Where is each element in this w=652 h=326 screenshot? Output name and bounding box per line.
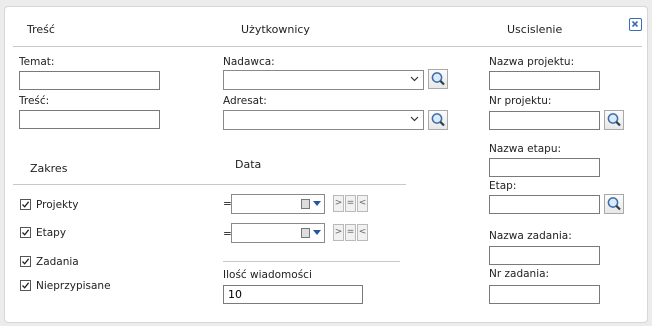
checkbox-etapy[interactable] xyxy=(20,227,31,238)
cmp-eq-button-1[interactable]: = xyxy=(345,195,356,212)
date-to-input[interactable] xyxy=(231,223,325,243)
nazwa-projektu-input[interactable] xyxy=(489,71,600,90)
nadawca-search-button[interactable] xyxy=(428,69,448,89)
nazwa-zadania-label: Nazwa zadania: xyxy=(489,230,572,242)
checkbox-label-zadania: Zadania xyxy=(36,256,79,268)
adresat-label: Adresat: xyxy=(223,95,267,107)
filter-panel: Treść Użytkownicy Uscislenie Temat: Treś… xyxy=(4,6,648,323)
search-icon xyxy=(431,113,445,127)
checkmark-icon xyxy=(22,258,30,265)
nr-projektu-input[interactable] xyxy=(489,111,600,130)
tresc-label: Treść: xyxy=(19,95,50,107)
temat-input[interactable] xyxy=(19,71,160,90)
data-divider xyxy=(223,261,400,262)
data-title: Data xyxy=(235,158,262,171)
adresat-search-button[interactable] xyxy=(428,110,448,130)
nazwa-projektu-label: Nazwa projektu: xyxy=(489,56,575,68)
nr-projektu-label: Nr projektu: xyxy=(489,95,552,107)
nazwa-etapu-input[interactable] xyxy=(489,158,600,177)
nadawca-label: Nadawca: xyxy=(223,56,275,68)
zakres-title: Zakres xyxy=(30,162,68,175)
cmp-gt-button-1[interactable]: > xyxy=(333,195,344,212)
checkbox-label-etapy: Etapy xyxy=(36,227,67,239)
search-icon xyxy=(607,197,621,211)
tresc-input[interactable] xyxy=(19,110,160,129)
etap-label: Etap: xyxy=(489,180,517,192)
date-from-input[interactable] xyxy=(231,194,325,214)
cmp-eq-button-2[interactable]: = xyxy=(345,224,356,241)
nr-projektu-search-button[interactable] xyxy=(604,110,624,130)
chevron-down-icon xyxy=(410,74,419,86)
temat-label: Temat: xyxy=(19,56,55,68)
adresat-select[interactable] xyxy=(223,110,424,130)
search-icon xyxy=(431,72,445,86)
search-icon xyxy=(607,113,621,127)
etap-search-button[interactable] xyxy=(604,194,624,214)
cmp-lt-button-1[interactable]: < xyxy=(357,195,368,212)
nr-zadania-input[interactable] xyxy=(489,285,600,304)
checkbox-label-projekty: Projekty xyxy=(36,199,79,211)
header-tresc: Treść xyxy=(27,23,55,36)
calendar-icon xyxy=(301,228,310,238)
ilosc-label: Ilość wiadomości xyxy=(223,269,312,281)
checkmark-icon xyxy=(22,229,30,236)
nazwa-zadania-input[interactable] xyxy=(489,246,600,265)
checkbox-projekty[interactable] xyxy=(20,199,31,210)
chevron-down-icon xyxy=(313,201,321,206)
ilosc-input[interactable] xyxy=(223,285,363,304)
nr-zadania-label: Nr zadania: xyxy=(489,268,550,280)
calendar-icon xyxy=(301,199,310,209)
chevron-down-icon xyxy=(410,114,419,126)
close-icon xyxy=(631,20,639,28)
header-uscislenie: Uscislenie xyxy=(507,23,563,36)
header-uzytkownicy: Użytkownicy xyxy=(241,23,310,36)
chevron-down-icon xyxy=(313,230,321,235)
checkbox-zadania[interactable] xyxy=(20,256,31,267)
header-divider xyxy=(13,46,642,47)
nazwa-etapu-label: Nazwa etapu: xyxy=(489,143,562,155)
cmp-gt-button-2[interactable]: > xyxy=(333,224,344,241)
etap-input[interactable] xyxy=(489,195,600,214)
zakres-divider xyxy=(13,184,406,185)
checkmark-icon xyxy=(22,201,30,208)
cmp-lt-button-2[interactable]: < xyxy=(357,224,368,241)
nadawca-select[interactable] xyxy=(223,70,424,90)
close-button[interactable] xyxy=(629,18,642,31)
checkbox-label-nieprzypisane: Nieprzypisane xyxy=(36,280,111,292)
checkbox-nieprzypisane[interactable] xyxy=(20,280,31,291)
checkmark-icon xyxy=(22,282,30,289)
